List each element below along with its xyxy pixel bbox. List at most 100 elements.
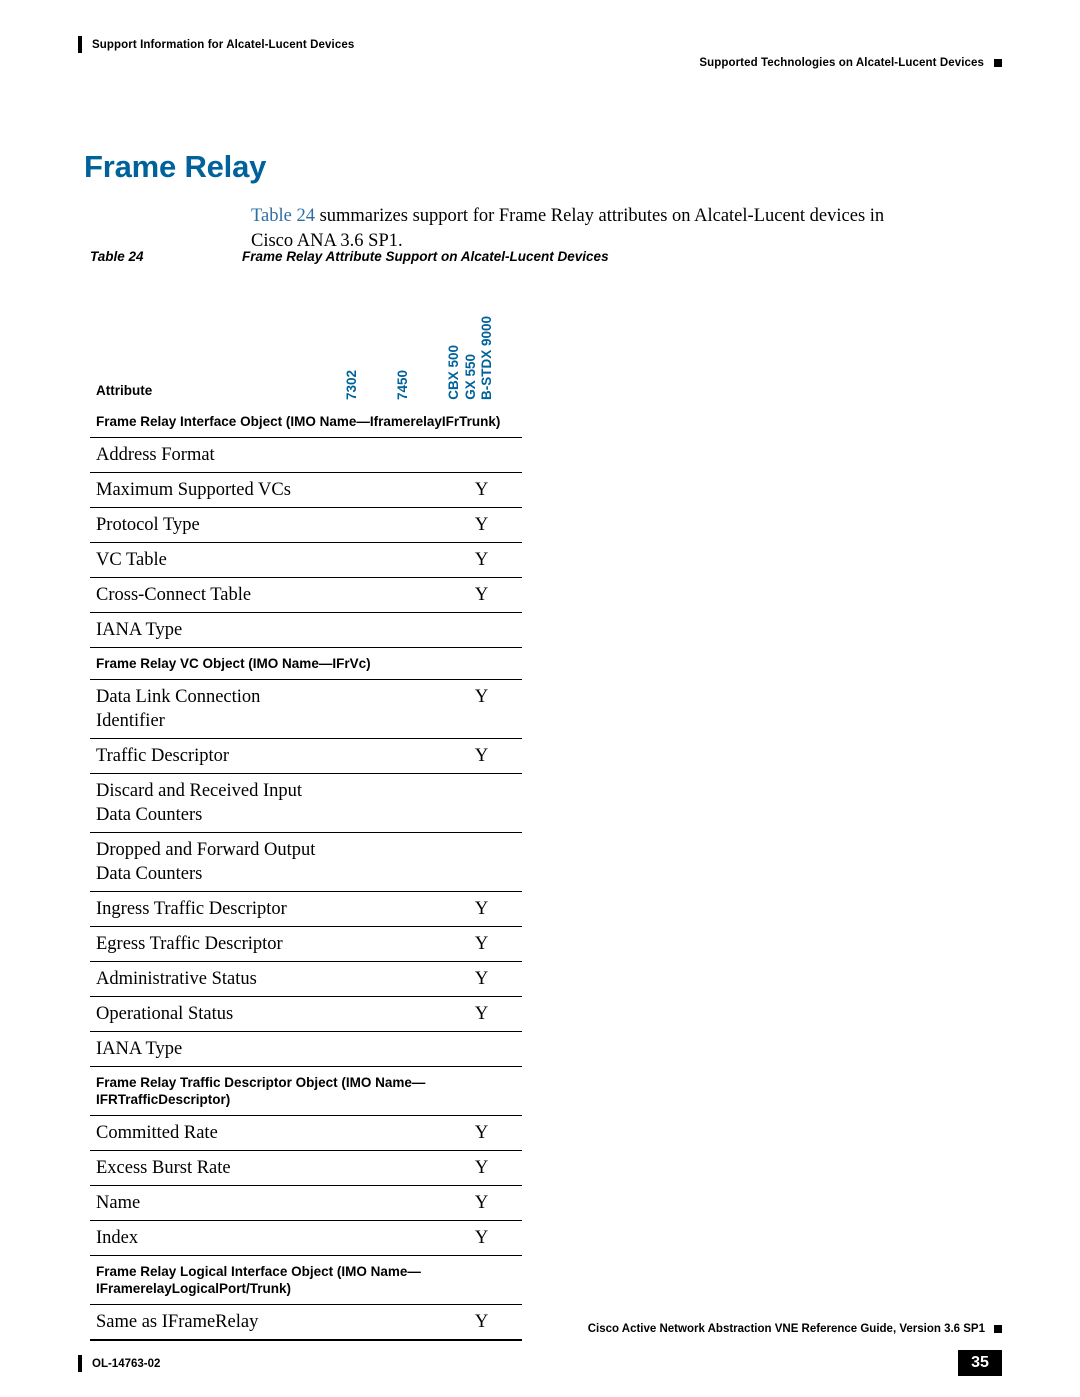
intro-paragraph-text: summarizes support for Frame Relay attri… xyxy=(251,205,885,251)
cell-support-c2 xyxy=(390,738,441,774)
header-right-label: Supported Technologies on Alcatel-Lucent… xyxy=(699,57,984,69)
table-section-heading: Frame Relay VC Object (IMO Name—IFrVc) xyxy=(90,647,522,680)
cell-attribute: Ingress Traffic Descriptor xyxy=(90,891,339,927)
cell-support-c3: Y xyxy=(441,1115,522,1151)
cell-support-c3: Y xyxy=(441,1304,522,1341)
cell-attribute: Index xyxy=(90,1220,339,1256)
cell-support-c1 xyxy=(339,612,390,648)
cell-support-c2 xyxy=(390,472,441,508)
cell-support-c3: Y xyxy=(441,891,522,927)
footer-rule-left xyxy=(78,1355,82,1372)
cell-support-c1 xyxy=(339,1115,390,1151)
frame-relay-support-table-wrapper: Attribute 7302 7450 CBX 500 GX 550 B-STD… xyxy=(90,290,522,1341)
cell-attribute: Egress Traffic Descriptor xyxy=(90,926,339,962)
cell-support-c3: Y xyxy=(441,472,522,508)
cell-attribute: Name xyxy=(90,1185,339,1221)
header-rule-left xyxy=(78,36,82,53)
table-row: Index Y xyxy=(90,1220,522,1256)
cell-support-c3: Y xyxy=(441,738,522,774)
cell-support-c2 xyxy=(390,1150,441,1186)
footer-guide-title: Cisco Active Network Abstraction VNE Ref… xyxy=(587,1323,985,1335)
cell-support-c2 xyxy=(390,773,441,833)
table-row: Maximum Supported VCs Y xyxy=(90,472,522,508)
cell-support-c3: Y xyxy=(441,507,522,543)
cell-support-c1 xyxy=(339,996,390,1032)
cell-support-c3 xyxy=(441,832,522,892)
table-row: IANA Type xyxy=(90,612,522,648)
cell-support-c1 xyxy=(339,832,390,892)
cell-support-c1 xyxy=(339,472,390,508)
cell-support-c3: Y xyxy=(441,679,522,739)
table-row: VC Table Y xyxy=(90,542,522,578)
header-square-marker xyxy=(994,59,1002,67)
table-row: Excess Burst Rate Y xyxy=(90,1150,522,1186)
cell-attribute: Address Format xyxy=(90,437,339,473)
column-header-bstdx9000-label: B-STDX 9000 xyxy=(479,315,494,400)
cell-support-c2 xyxy=(390,437,441,473)
cell-support-c3: Y xyxy=(441,996,522,1032)
column-header-cbx-gx-bstdx: CBX 500 GX 550 B-STDX 9000 xyxy=(441,290,522,406)
column-header-attribute: Attribute xyxy=(96,383,153,398)
cell-support-c2 xyxy=(390,961,441,997)
table-row: Egress Traffic Descriptor Y xyxy=(90,926,522,962)
cell-support-c3 xyxy=(441,773,522,833)
header-left-label: Support Information for Alcatel-Lucent D… xyxy=(92,38,355,51)
running-footer-left: OL-14763-02 xyxy=(78,1355,160,1372)
table-row: Address Format xyxy=(90,437,522,473)
cell-attribute: Dropped and Forward Output Data Counters xyxy=(90,832,339,892)
cell-support-c1 xyxy=(339,738,390,774)
table-row: Protocol Type Y xyxy=(90,507,522,543)
cell-attribute: Protocol Type xyxy=(90,507,339,543)
table-header-row: Attribute 7302 7450 CBX 500 GX 550 B-STD… xyxy=(90,290,522,406)
column-header-7302-label: 7302 xyxy=(344,369,359,400)
cell-support-c2 xyxy=(390,891,441,927)
table-caption-number: Table 24 xyxy=(90,249,144,264)
table-row: Traffic Descriptor Y xyxy=(90,738,522,774)
column-header-7450: 7450 xyxy=(390,290,441,406)
table-section-heading-row: Frame Relay VC Object (IMO Name—IFrVc) xyxy=(90,647,522,680)
table-row: Cross-Connect Table Y xyxy=(90,577,522,613)
column-header-7302: 7302 xyxy=(339,290,390,406)
cell-attribute: Cross-Connect Table xyxy=(90,577,339,613)
table-row: Committed Rate Y xyxy=(90,1115,522,1151)
column-header-gx550-label: GX 550 xyxy=(462,354,478,400)
cell-support-c2 xyxy=(390,1185,441,1221)
page-title: Frame Relay xyxy=(84,148,267,184)
cell-attribute: Discard and Received Input Data Counters xyxy=(90,773,339,833)
cell-attribute: Operational Status xyxy=(90,996,339,1032)
cell-attribute: Excess Burst Rate xyxy=(90,1150,339,1186)
cell-support-c3: Y xyxy=(441,1150,522,1186)
running-header-right: Supported Technologies on Alcatel-Lucent… xyxy=(699,57,1002,69)
cell-support-c3: Y xyxy=(441,577,522,613)
cell-support-c2 xyxy=(390,926,441,962)
cell-attribute: Traffic Descriptor xyxy=(90,738,339,774)
cell-support-c1 xyxy=(339,1031,390,1067)
cell-support-c2 xyxy=(390,1031,441,1067)
cell-support-c2 xyxy=(390,832,441,892)
cell-support-c1 xyxy=(339,891,390,927)
cell-support-c3 xyxy=(441,1031,522,1067)
cell-support-c1 xyxy=(339,1220,390,1256)
cell-support-c1 xyxy=(339,1304,390,1341)
cell-support-c2 xyxy=(390,1115,441,1151)
cell-support-c3 xyxy=(441,612,522,648)
cell-support-c3 xyxy=(441,437,522,473)
cell-attribute: VC Table xyxy=(90,542,339,578)
table-row: Name Y xyxy=(90,1185,522,1221)
cell-support-c1 xyxy=(339,961,390,997)
table-cross-reference-link[interactable]: Table 24 xyxy=(251,206,315,226)
table-row: Ingress Traffic Descriptor Y xyxy=(90,891,522,927)
cell-support-c2 xyxy=(390,507,441,543)
cell-support-c3: Y xyxy=(441,961,522,997)
table-section-heading: Frame Relay Traffic Descriptor Object (I… xyxy=(90,1066,522,1116)
cell-support-c2 xyxy=(390,542,441,578)
cell-support-c3: Y xyxy=(441,542,522,578)
cell-support-c3: Y xyxy=(441,926,522,962)
table-caption-text: Frame Relay Attribute Support on Alcatel… xyxy=(242,249,609,264)
running-header-left: Support Information for Alcatel-Lucent D… xyxy=(78,36,354,53)
table-row: Administrative Status Y xyxy=(90,961,522,997)
document-number: OL-14763-02 xyxy=(92,1357,161,1370)
frame-relay-support-table: Attribute 7302 7450 CBX 500 GX 550 B-STD… xyxy=(90,290,522,1341)
cell-support-c3: Y xyxy=(441,1220,522,1256)
page-number-badge: 35 xyxy=(958,1350,1002,1376)
